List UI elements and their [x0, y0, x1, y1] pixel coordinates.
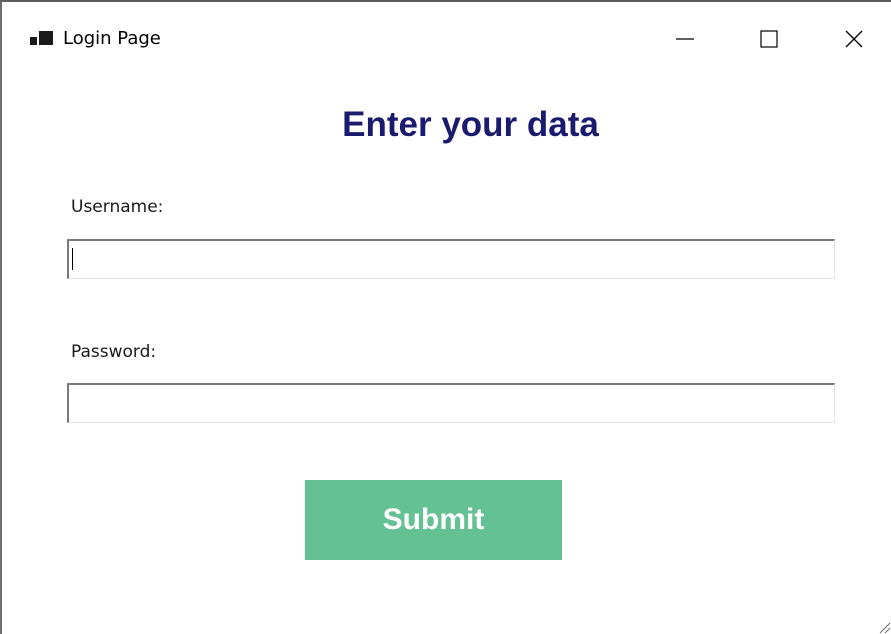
username-label: Username:	[71, 197, 164, 217]
maximize-button[interactable]	[746, 16, 792, 62]
password-label: Password:	[71, 342, 157, 362]
username-input[interactable]	[67, 239, 835, 279]
login-window: Login Page Enter your data Username: Pas…	[0, 0, 891, 634]
minimize-button[interactable]	[662, 16, 708, 62]
maximize-icon	[760, 30, 778, 48]
close-icon	[845, 30, 863, 48]
submit-button[interactable]: Submit	[305, 480, 562, 560]
password-input[interactable]	[67, 383, 835, 423]
window-title: Login Page	[63, 28, 161, 49]
title-bar[interactable]: Login Page	[2, 2, 891, 78]
page-heading: Enter your data	[342, 105, 599, 144]
app-window-icon	[30, 31, 53, 45]
minimize-icon	[676, 38, 694, 40]
text-caret	[72, 248, 73, 270]
resize-grip-icon[interactable]	[873, 616, 891, 634]
close-button[interactable]	[831, 16, 877, 62]
